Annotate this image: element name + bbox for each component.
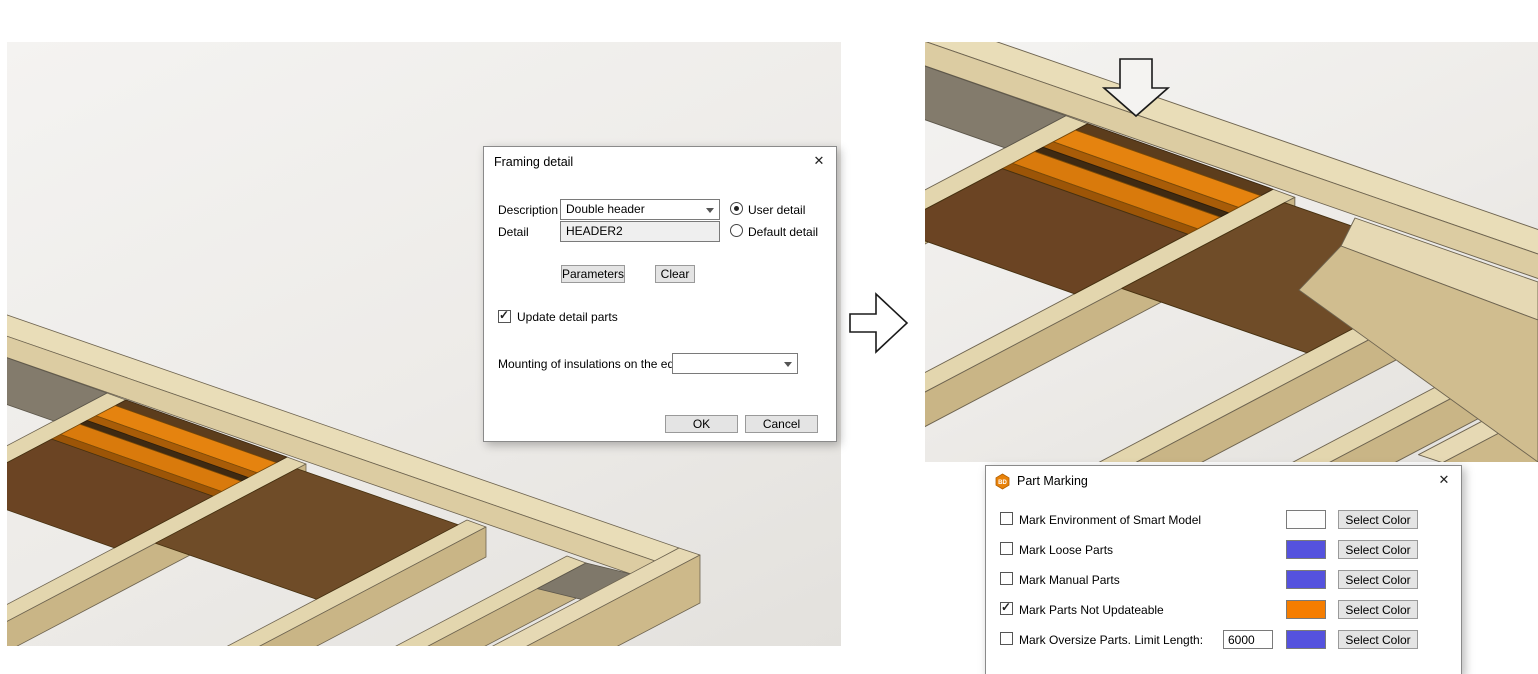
bd-logo-icon: BD <box>994 473 1011 490</box>
select-color-button[interactable]: Select Color <box>1338 570 1418 589</box>
description-combobox[interactable]: Double header <box>560 199 720 220</box>
detail-label: Detail <box>498 225 529 239</box>
dialog-title: Framing detail <box>494 155 573 169</box>
detail-field[interactable]: HEADER2 <box>560 221 720 242</box>
svg-text:BD: BD <box>998 480 1007 486</box>
close-icon[interactable]: ✕ <box>808 151 830 171</box>
transform-arrow-icon <box>849 292 909 354</box>
dialog-title: Part Marking <box>1017 474 1088 488</box>
color-swatch <box>1286 570 1326 589</box>
mark-environment-label: Mark Environment of Smart Model <box>1019 513 1201 527</box>
floor-framing-graphic-right <box>925 42 1538 462</box>
callout-arrow-down-icon <box>1100 58 1172 118</box>
framing-detail-dialog: Framing detail ✕ Description Double head… <box>483 146 837 442</box>
mark-manual-parts-label: Mark Manual Parts <box>1019 573 1120 587</box>
chevron-down-icon <box>706 208 714 213</box>
right-3d-viewport[interactable] <box>925 42 1538 462</box>
mark-environment-checkbox[interactable] <box>1000 512 1013 525</box>
select-color-button[interactable]: Select Color <box>1338 540 1418 559</box>
cancel-button[interactable]: Cancel <box>745 415 818 433</box>
mark-loose-parts-label: Mark Loose Parts <box>1019 543 1113 557</box>
color-swatch <box>1286 630 1326 649</box>
mark-manual-parts-checkbox[interactable] <box>1000 572 1013 585</box>
framing-detail-titlebar[interactable]: Framing detail ✕ <box>484 147 836 177</box>
description-value: Double header <box>566 202 645 216</box>
detail-value: HEADER2 <box>566 224 623 238</box>
clear-button[interactable]: Clear <box>655 265 695 283</box>
select-color-button[interactable]: Select Color <box>1338 600 1418 619</box>
part-marking-dialog: BD Part Marking ✕ Mark Environment of Sm… <box>985 465 1462 674</box>
default-detail-radio[interactable] <box>730 224 743 237</box>
default-detail-label: Default detail <box>748 225 818 239</box>
description-label: Description <box>498 203 558 217</box>
ok-button[interactable]: OK <box>665 415 738 433</box>
mounting-label: Mounting of insulations on the edge <box>498 357 687 371</box>
mark-parts-not-updateable-checkbox[interactable] <box>1000 602 1013 615</box>
update-detail-parts-label: Update detail parts <box>517 310 618 324</box>
mark-oversize-parts-label: Mark Oversize Parts. Limit Length: <box>1019 633 1203 647</box>
color-swatch <box>1286 540 1326 559</box>
mark-parts-not-updateable-label: Mark Parts Not Updateable <box>1019 603 1164 617</box>
select-color-button[interactable]: Select Color <box>1338 630 1418 649</box>
chevron-down-icon <box>784 362 792 367</box>
limit-length-input[interactable] <box>1223 630 1273 649</box>
mark-oversize-parts-checkbox[interactable] <box>1000 632 1013 645</box>
mark-loose-parts-checkbox[interactable] <box>1000 542 1013 555</box>
close-icon[interactable]: ✕ <box>1433 470 1455 490</box>
parameters-button[interactable]: Parameters <box>561 265 625 283</box>
part-marking-titlebar[interactable]: BD Part Marking ✕ <box>986 466 1461 496</box>
user-detail-label: User detail <box>748 203 805 217</box>
mounting-combobox[interactable] <box>672 353 798 374</box>
update-detail-parts-checkbox[interactable] <box>498 310 511 323</box>
color-swatch <box>1286 510 1326 529</box>
color-swatch <box>1286 600 1326 619</box>
select-color-button[interactable]: Select Color <box>1338 510 1418 529</box>
user-detail-radio[interactable] <box>730 202 743 215</box>
